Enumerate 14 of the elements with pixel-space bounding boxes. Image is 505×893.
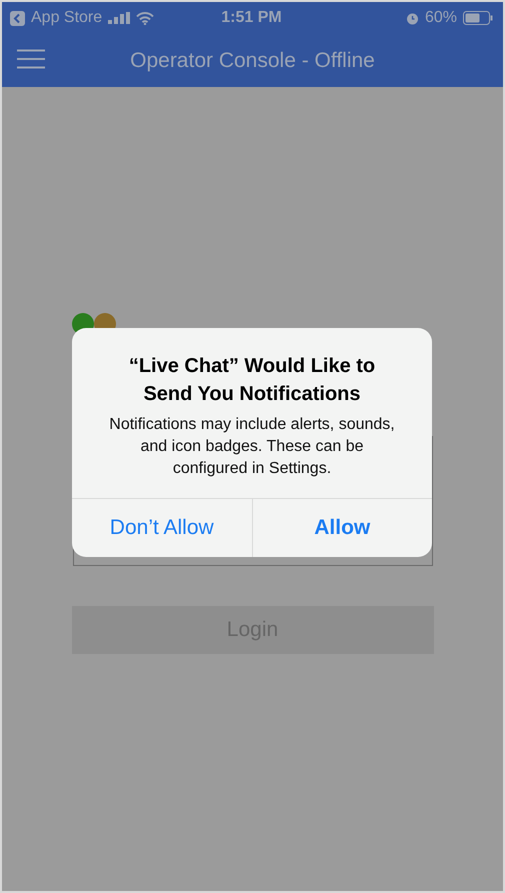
screen-title: Operator Console - Offline xyxy=(129,48,376,72)
signal-icon xyxy=(108,12,130,24)
battery-percent: 60% xyxy=(424,9,457,27)
wifi-icon xyxy=(136,12,154,24)
alert-title: “Live Chat” Would Like to Send You Notifications xyxy=(128,354,376,407)
battery-icon xyxy=(463,11,493,25)
alarm-icon xyxy=(406,12,419,24)
menu-icon[interactable] xyxy=(17,49,45,69)
deny-button[interactable]: Don’t Allow xyxy=(72,499,252,557)
back-icon[interactable] xyxy=(10,10,25,26)
back-label[interactable]: App Store xyxy=(31,9,102,27)
clock-time: 1:51 PM xyxy=(221,9,282,27)
allow-button[interactable]: Allow xyxy=(252,499,432,557)
alert-message: Notifications may include alerts, sounds, and icon badges. These can be configured in Settings. xyxy=(108,415,396,479)
